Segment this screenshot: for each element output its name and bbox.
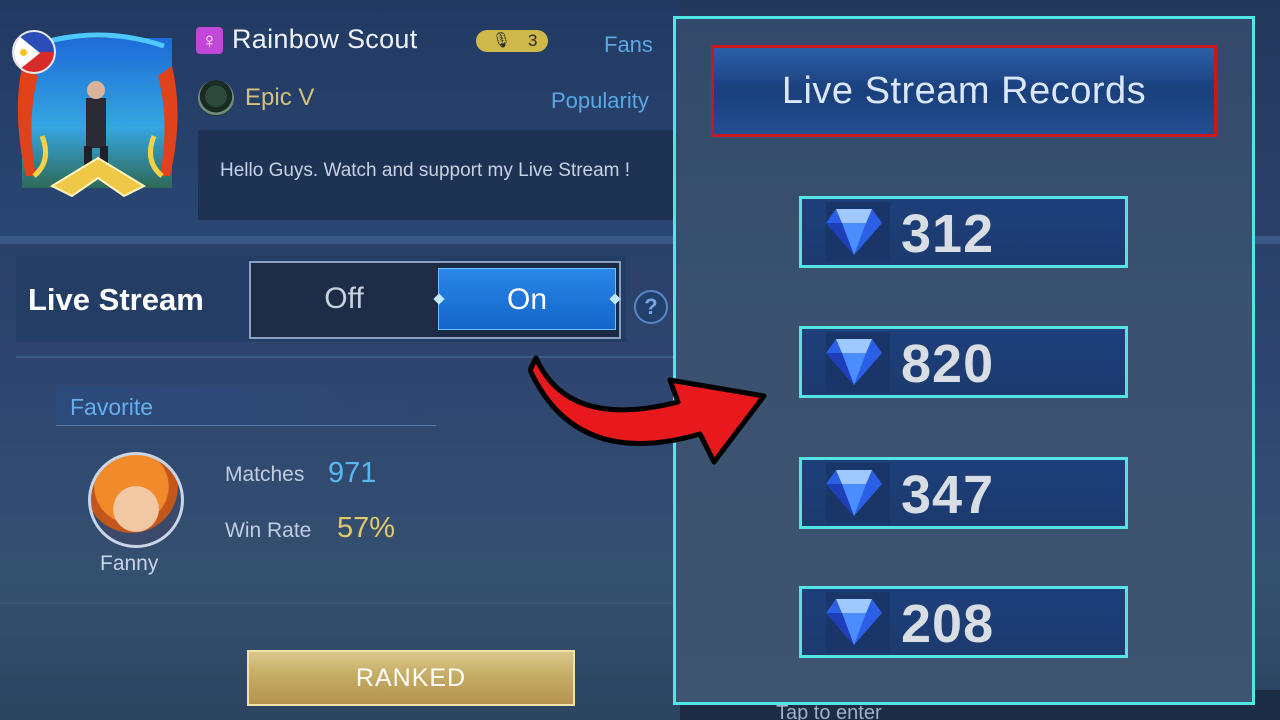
toggle-off-option[interactable]: Off — [251, 263, 437, 337]
fans-label[interactable]: Fans — [604, 32, 653, 58]
record-row: 820 — [799, 326, 1128, 398]
hero-name: Fanny — [100, 552, 159, 575]
matches-label: Matches — [225, 463, 305, 486]
favorite-label: Favorite — [70, 394, 154, 420]
rank-text: Epic V — [245, 84, 315, 111]
female-icon: ♀ — [196, 27, 223, 54]
country-flag-icon — [12, 30, 56, 74]
record-row: 208 — [799, 586, 1128, 658]
bio-text: Hello Guys. Watch and support my Live St… — [220, 160, 631, 181]
record-value: 208 — [901, 594, 995, 654]
record-row: 347 — [799, 457, 1128, 529]
help-icon[interactable]: ? — [634, 290, 668, 324]
matches-value: 971 — [328, 457, 377, 489]
record-row: 312 — [799, 196, 1128, 268]
record-value: 312 — [901, 204, 995, 264]
winrate-value: 57% — [337, 512, 396, 544]
player-name: Rainbow Scout — [232, 24, 418, 54]
rank-emblem-icon — [198, 80, 234, 116]
live-stream-label: Live Stream — [28, 282, 204, 317]
winrate-label: Win Rate — [225, 519, 312, 542]
red-arrow-icon — [528, 355, 767, 465]
diamond-icon — [826, 599, 882, 645]
records-title: Live Stream Records — [711, 45, 1217, 137]
mic-icon: 🎙 — [492, 32, 512, 49]
mic-badge: 🎙 3 — [476, 30, 548, 52]
mic-count: 3 — [528, 31, 538, 50]
diamond-icon — [826, 209, 882, 255]
toggle-on-label: On — [506, 283, 548, 316]
diamond-icon — [826, 470, 882, 516]
diamond-icon — [826, 339, 882, 385]
record-value: 820 — [901, 334, 995, 394]
divider — [0, 602, 680, 604]
popularity-label[interactable]: Popularity — [551, 88, 649, 114]
record-value: 347 — [901, 465, 995, 525]
toggle-on-option[interactable]: On — [433, 268, 621, 330]
hero-portrait[interactable] — [88, 452, 184, 548]
ranked-button[interactable]: RANKED — [247, 650, 575, 706]
